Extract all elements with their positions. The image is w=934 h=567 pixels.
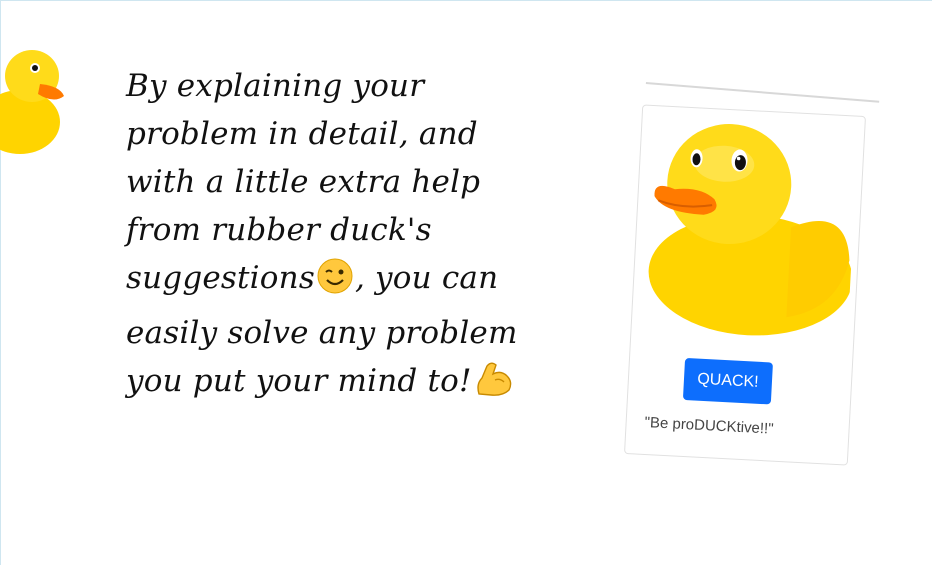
rubber-duck-image xyxy=(648,124,853,336)
intro-paragraph: By explaining your problem in detail, an… xyxy=(126,62,546,412)
duck-quote: "Be proDUCKtive!!" xyxy=(644,413,774,438)
duck-card: QUACK! "Be proDUCKtive!!" xyxy=(623,104,867,466)
corner-duck-image xyxy=(0,50,64,154)
quack-button[interactable]: QUACK! xyxy=(682,357,773,405)
winking-face-icon xyxy=(316,257,354,309)
flexed-biceps-icon xyxy=(473,360,515,412)
